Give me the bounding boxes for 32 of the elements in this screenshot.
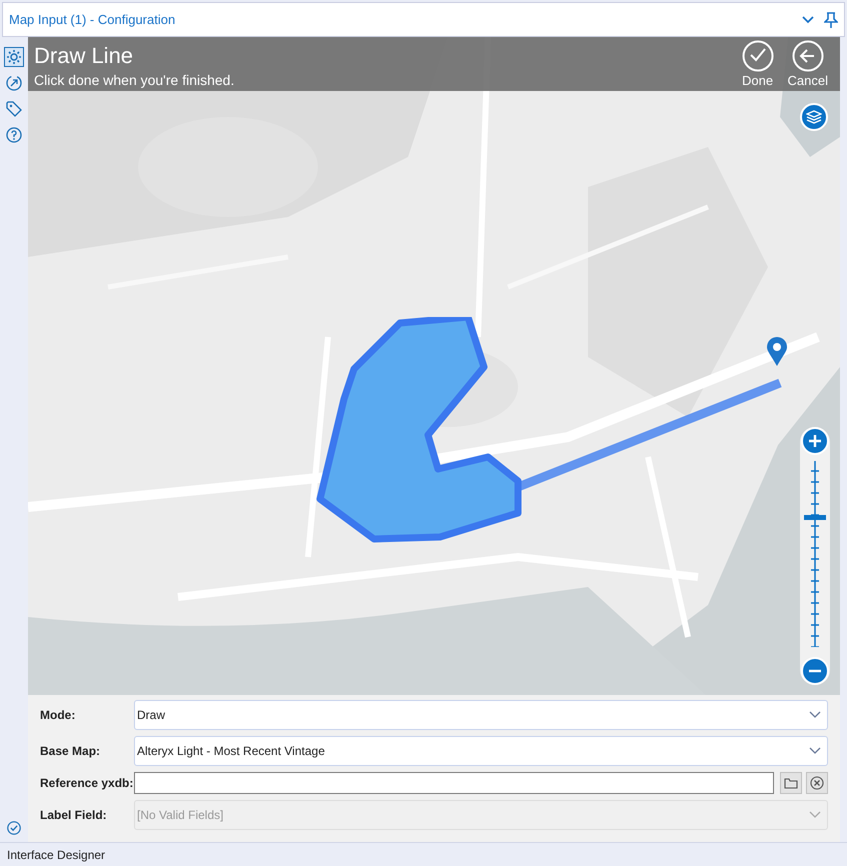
help-icon[interactable] — [4, 125, 24, 145]
field-label: Label Field: — [40, 807, 108, 824]
overlay-title: Draw Line — [34, 43, 134, 69]
zoom-in-button[interactable] — [801, 427, 829, 455]
status-text: Interface Designer — [7, 846, 106, 864]
settings-icon[interactable] — [4, 47, 24, 67]
layers-icon — [806, 110, 822, 124]
window-title: Map Input (1) - Configuration — [9, 10, 176, 29]
chevron-down-icon — [809, 747, 821, 755]
arrow-circle-icon[interactable] — [4, 73, 24, 93]
chevron-down-icon — [809, 811, 821, 819]
chevron-down-icon[interactable] — [802, 16, 814, 24]
slider-thumb[interactable] — [804, 514, 826, 520]
close-icon — [810, 776, 824, 790]
pin-icon[interactable] — [824, 12, 838, 28]
input-field[interactable] — [134, 772, 774, 794]
plus-icon — [808, 434, 822, 448]
dropdown[interactable]: Alteryx Light - Most Recent Vintage — [134, 736, 828, 766]
folder-icon — [784, 778, 798, 788]
dropdown[interactable]: Draw — [134, 700, 828, 730]
zoom-out-button[interactable] — [801, 657, 829, 685]
check-circle-icon[interactable] — [6, 820, 22, 836]
chevron-down-icon — [809, 711, 821, 719]
field-label: Mode: — [40, 707, 76, 724]
map-pin-icon[interactable] — [766, 337, 788, 367]
minus-icon — [808, 669, 822, 673]
clear-button[interactable] — [806, 772, 828, 794]
folder-button[interactable] — [780, 772, 802, 794]
overlay-subtitle: Click done when you're finished. — [34, 71, 236, 89]
tag-icon[interactable] — [4, 99, 24, 119]
field-label: Base Map: — [40, 743, 102, 760]
field-label: Reference yxdb: — [40, 775, 134, 792]
